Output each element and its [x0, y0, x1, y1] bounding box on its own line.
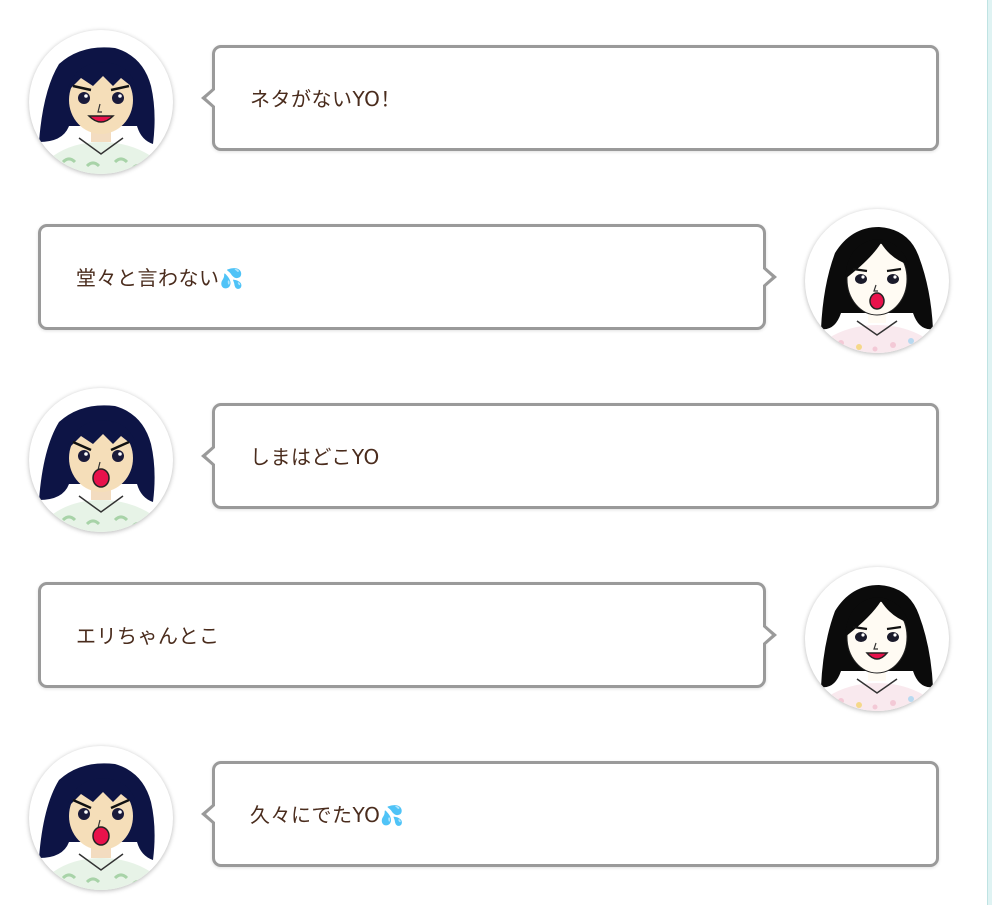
message-text: ネタがないYO！ — [250, 87, 401, 111]
woman-avatar-icon — [805, 209, 949, 353]
chat-row-4: エリちゃんとこ — [0, 567, 987, 717]
message-text: エリちゃんとこ — [76, 624, 220, 648]
message-bubble: 堂々と言わない💦 — [38, 224, 777, 330]
message-text: 久々にでたYO — [250, 803, 381, 827]
message-content: 堂々と言わない💦 — [76, 265, 244, 292]
message-content: 久々にでたYO💦 — [250, 802, 405, 829]
woman-avatar-icon — [805, 567, 949, 711]
sweat-droplets-icon: 💦 — [219, 268, 244, 290]
message-bubble: 久々にでたYO💦 — [201, 761, 939, 867]
sweat-droplets-icon: 💦 — [380, 805, 405, 827]
message-bubble: ネタがないYO！ — [201, 45, 939, 151]
page-right-border — [987, 0, 992, 905]
message-text: しまはどこYO — [250, 445, 380, 469]
chat-row-1: ネタがないYO！ — [0, 30, 987, 180]
chat-row-2: 堂々と言わない💦 — [0, 209, 987, 359]
girl-avatar-icon — [29, 746, 173, 890]
chat-row-5: 久々にでたYO💦 — [0, 746, 987, 896]
message-bubble: エリちゃんとこ — [38, 582, 777, 688]
message-text: 堂々と言わない — [76, 266, 220, 290]
girl-avatar-icon — [29, 388, 173, 532]
girl-avatar-icon — [29, 30, 173, 174]
message-bubble: しまはどこYO — [201, 403, 939, 509]
chat-row-3: しまはどこYO — [0, 388, 987, 538]
